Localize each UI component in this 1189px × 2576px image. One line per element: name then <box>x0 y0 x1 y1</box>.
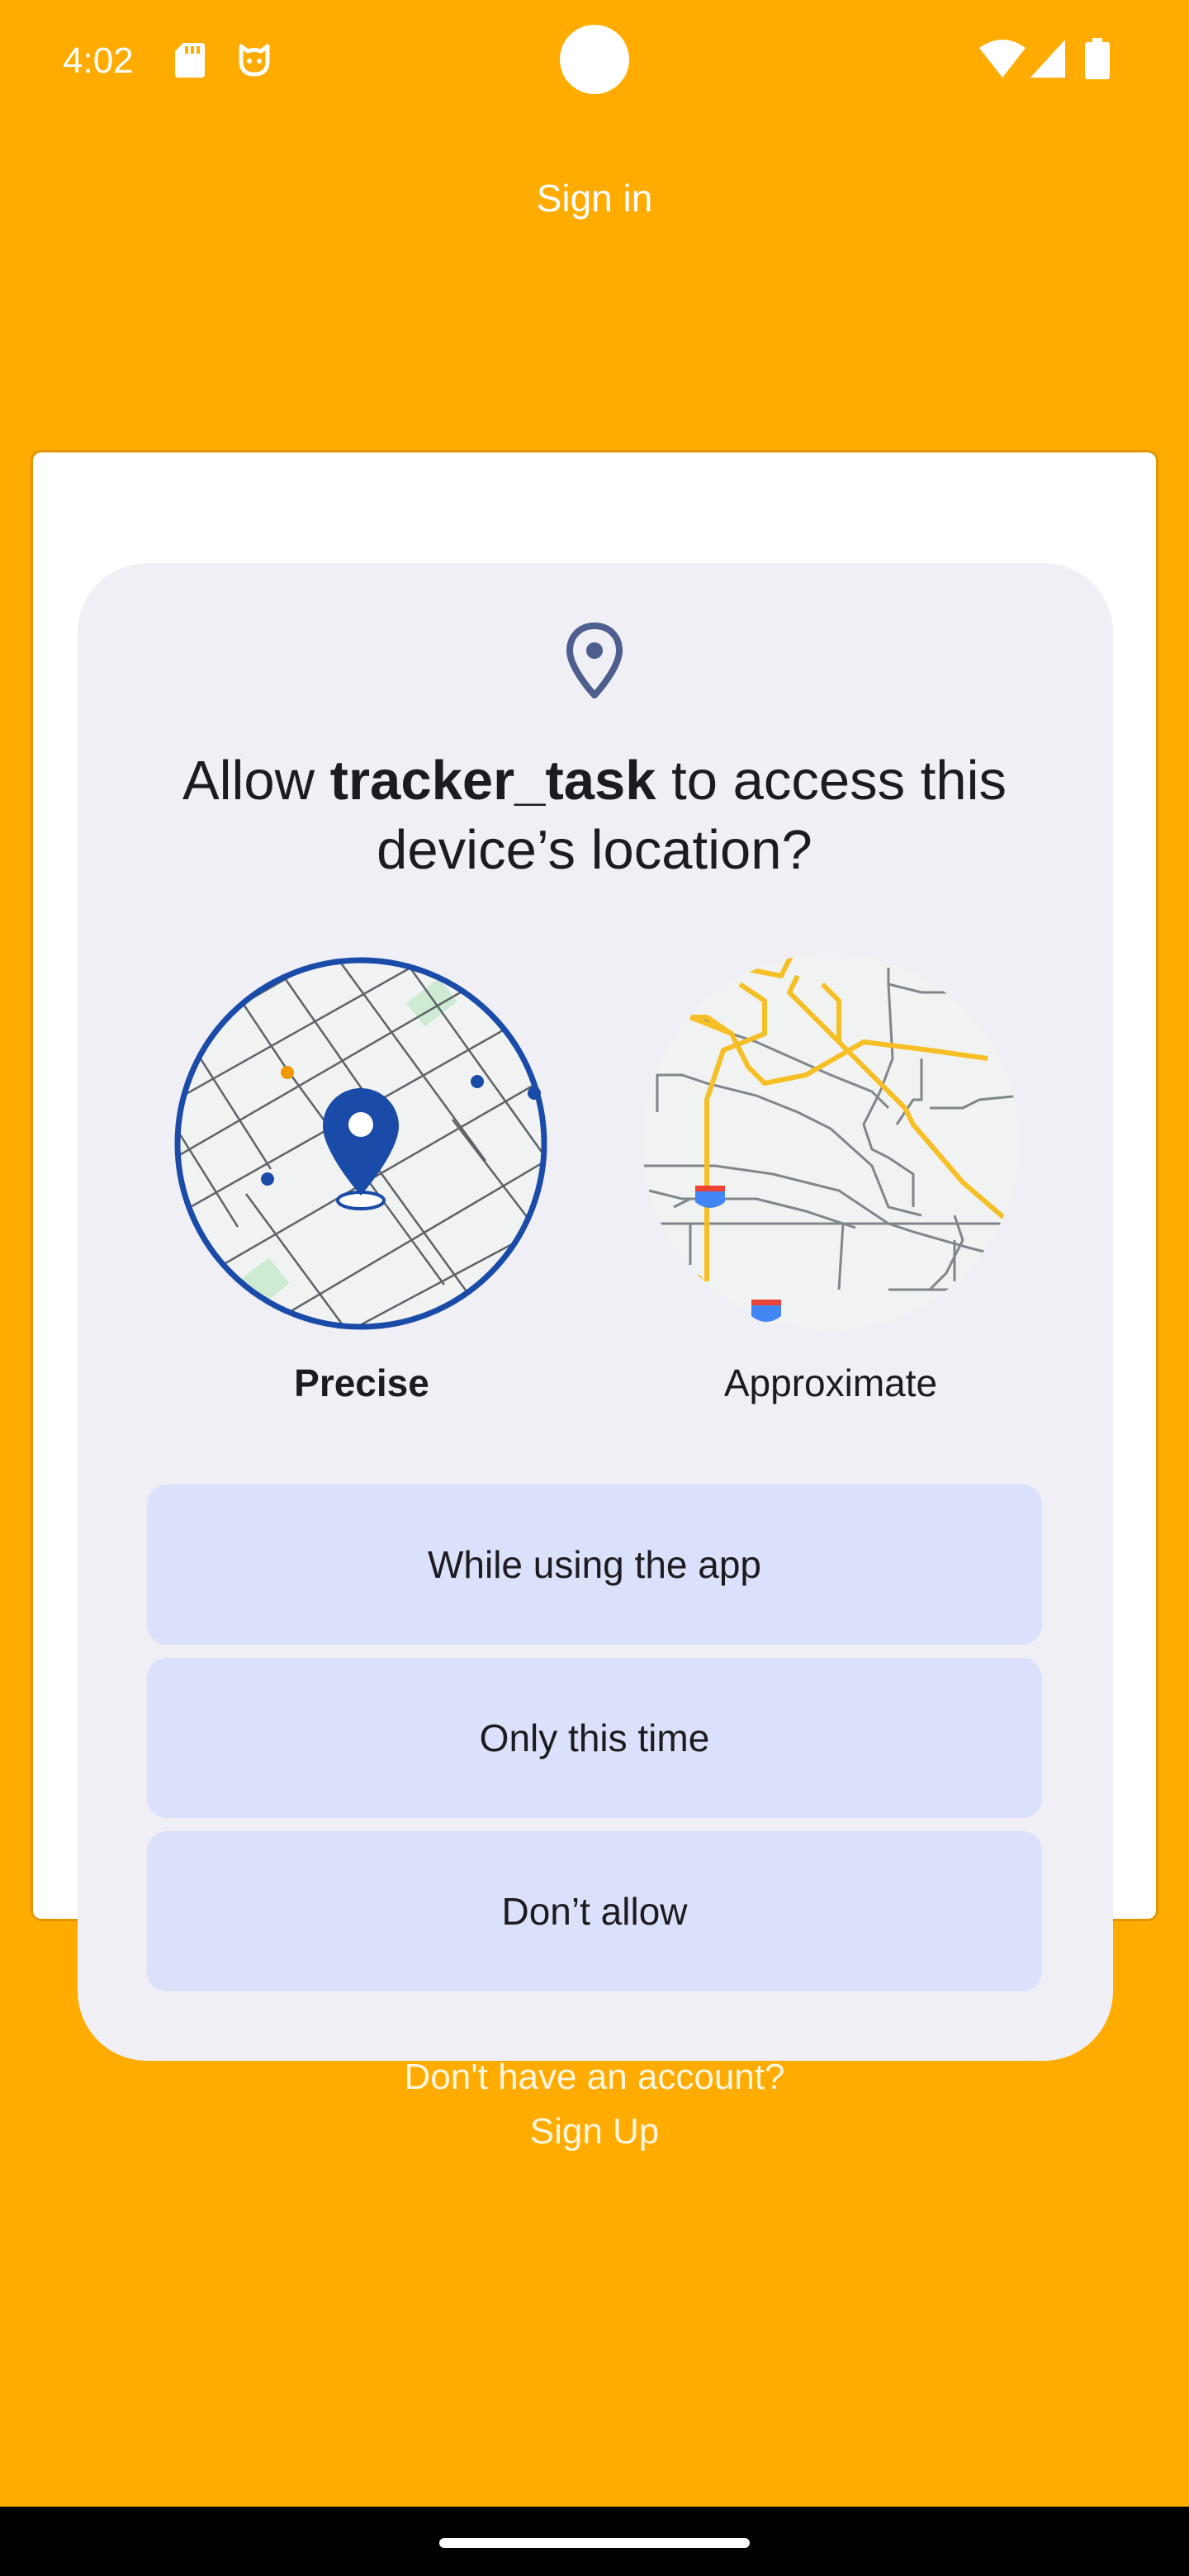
signup-link[interactable]: Sign Up <box>0 2107 1189 2157</box>
cat-face-icon <box>239 44 270 77</box>
status-time: 4:02 <box>63 40 134 81</box>
precise-map-option[interactable] <box>172 954 550 1333</box>
dont-allow-button[interactable]: Don’t allow <box>147 1831 1042 1991</box>
approximate-option-label[interactable]: Approximate <box>666 1356 996 1410</box>
approximate-map-option[interactable] <box>641 951 1021 1333</box>
only-this-time-button[interactable]: Only this time <box>147 1658 1042 1818</box>
signal-icon <box>1030 40 1065 78</box>
dialog-title: Allow tracker_task to access this device… <box>124 746 1065 885</box>
status-bar: 4:02 <box>0 0 1189 116</box>
app-name: tracker_task <box>329 750 656 812</box>
location-pin-icon <box>566 623 623 698</box>
camera-cutout <box>560 25 629 94</box>
sd-card-icon <box>175 43 205 78</box>
wifi-icon <box>979 40 1026 78</box>
battery-icon <box>1085 38 1110 79</box>
title-prefix: Allow <box>182 750 330 812</box>
page-title: Sign in <box>536 177 653 220</box>
while-using-app-button[interactable]: While using the app <box>147 1485 1042 1645</box>
home-gesture-handle[interactable] <box>439 2538 750 2548</box>
precise-option-label[interactable]: Precise <box>197 1356 527 1410</box>
